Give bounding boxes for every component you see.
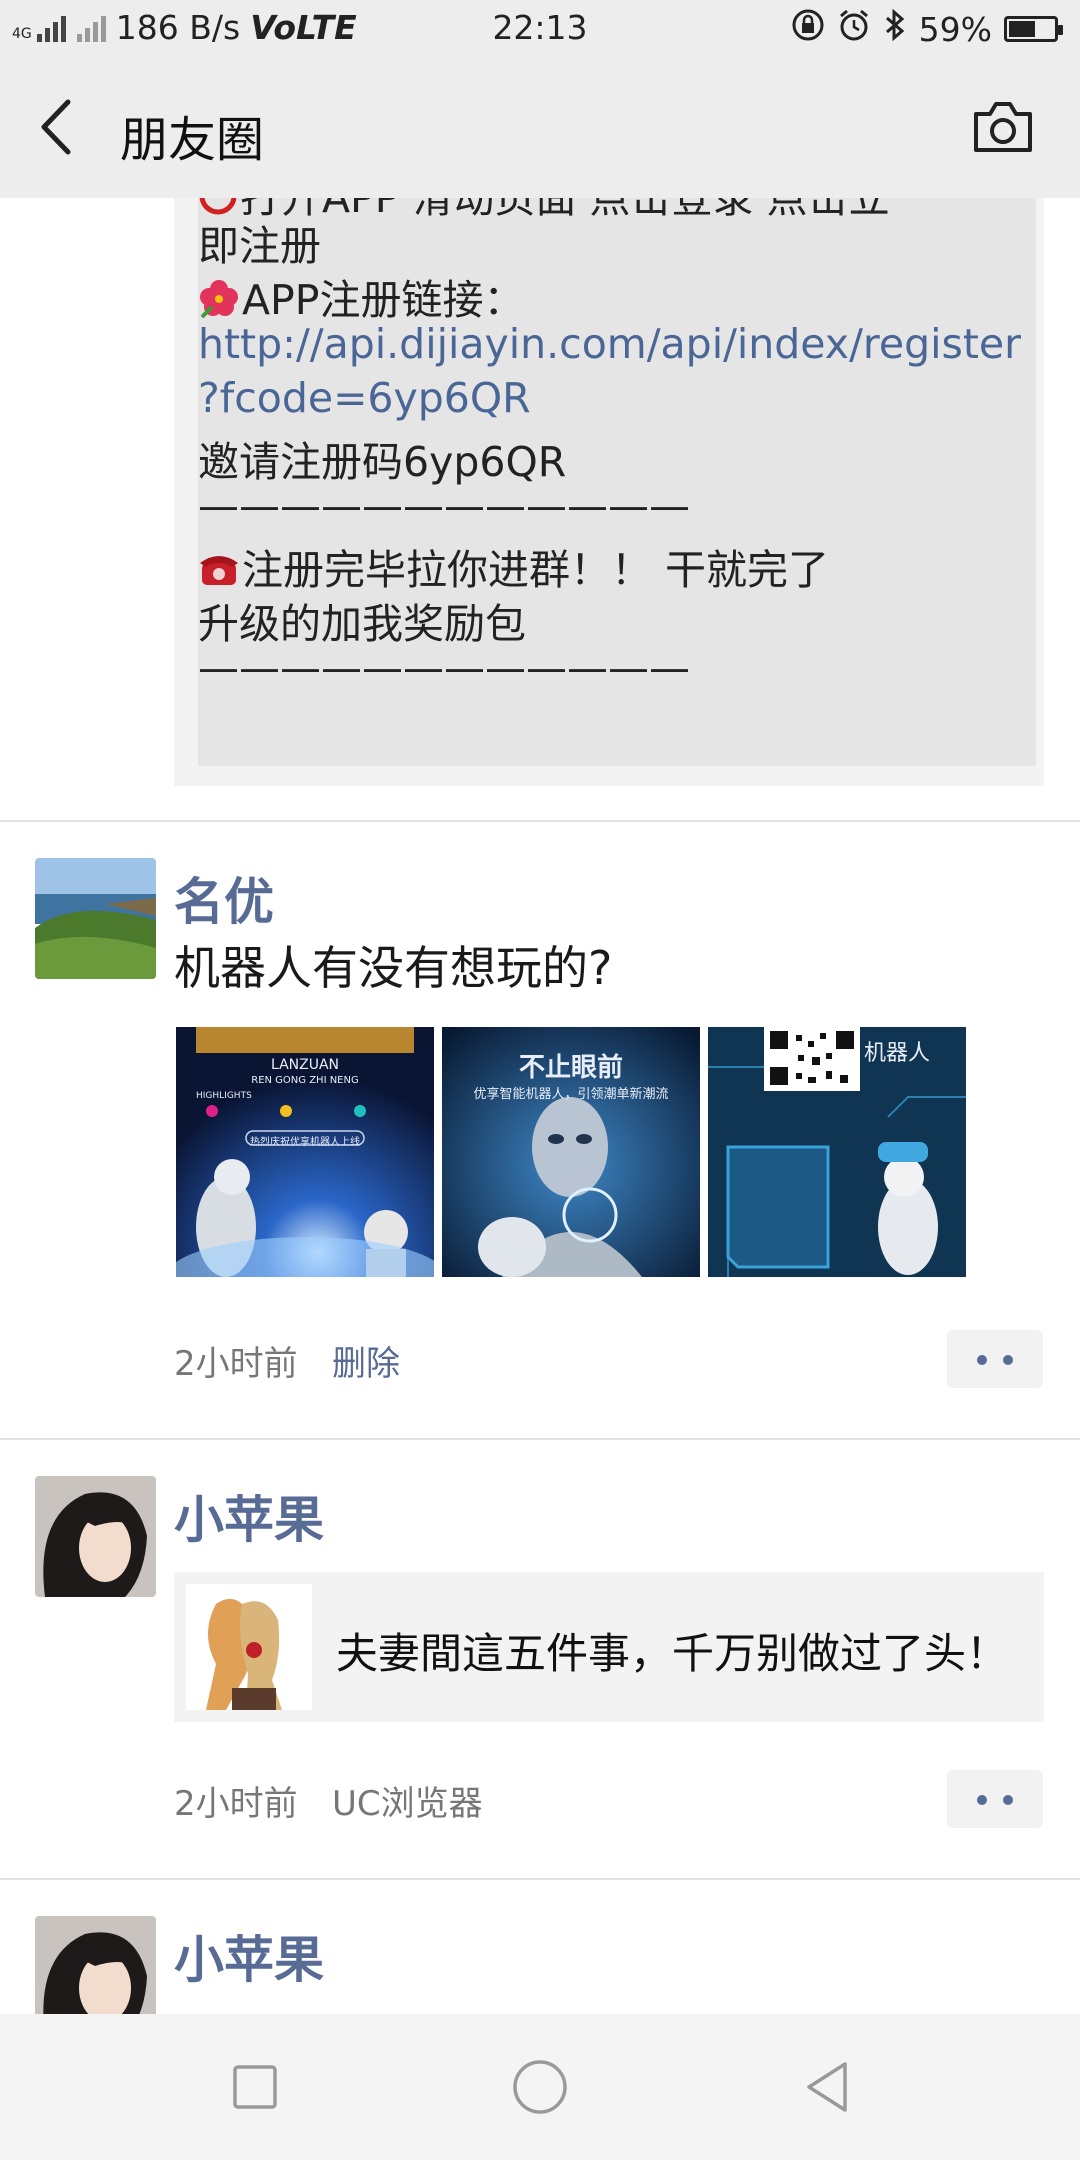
post-source[interactable]: UC浏览器 [332,1776,483,1825]
battery-percent: 59% [918,9,992,49]
more-button[interactable] [947,1770,1043,1828]
back-button[interactable] [30,92,90,162]
avatar[interactable] [35,1916,156,2014]
post-divider [0,820,1080,822]
post-time: 2小时前 [174,1344,298,1384]
post-line: 邀请注册码6yp6QR [198,438,567,486]
system-nav-bar [0,2014,1080,2160]
post-image[interactable]: LANZUAN REN GONG ZHI NENG HIGHLIGHTS 热烈庆… [176,1027,434,1277]
link-thumbnail [186,1584,312,1710]
status-bar: 4G 186 B/s VoLTE 22:13 59% [0,0,1080,56]
back-icon [807,2062,847,2112]
post-line: 即注册 [198,222,321,270]
page-title: 朋友圈 [120,112,265,168]
battery-icon [1004,16,1063,42]
home-button[interactable] [505,2052,575,2122]
avatar[interactable] [35,858,156,979]
bluetooth-icon [883,8,907,50]
recent-apps-button[interactable] [220,2052,290,2122]
post-divider [0,1438,1080,1440]
delete-link[interactable]: 删除 [332,1336,400,1385]
camera-button[interactable] [970,98,1036,156]
username[interactable]: 小苹果 [174,1920,324,1992]
username[interactable]: 名优 [174,862,274,934]
home-icon [513,2060,567,2114]
username[interactable]: 小苹果 [174,1480,324,1552]
separator-line: ———————————— [198,482,690,530]
shared-link-card[interactable]: 夫妻間這五件事，千万别做过了头！ [174,1572,1044,1722]
post-image[interactable]: 不止眼前 优享智能机器人，引领潮单新潮流 [442,1027,700,1277]
chevron-left-icon [41,99,71,155]
post-time: 2小时前 [174,1784,298,1824]
post-divider [0,1878,1080,1880]
more-button[interactable] [947,1330,1043,1388]
nav-back-button[interactable] [795,2052,865,2122]
post-text-block[interactable]: 打开APP 滑动页面 点击登录 点击立 即注册 APP注册链接： http://… [198,198,1036,766]
lock-rotation-icon [791,8,825,50]
moments-feed[interactable]: 打开APP 滑动页面 点击登录 点击立 即注册 APP注册链接： http://… [0,198,1080,2014]
post-text: 机器人有没有想玩的? [174,941,613,995]
separator-line: ———————————— [198,644,690,692]
register-link[interactable]: http://api.dijiayin.com/api/index/regist… [198,320,1021,368]
link-title: 夫妻間這五件事，千万别做过了头！ [336,1629,1009,1678]
camera-icon [974,102,1032,152]
register-link-query[interactable]: ?fcode=6yp6QR [198,374,531,422]
app-header: 朋友圈 [0,56,1080,198]
recent-apps-icon [233,2065,277,2109]
alarm-icon [837,8,871,50]
post-image[interactable]: 机器人 [708,1027,966,1277]
avatar[interactable] [35,1476,156,1597]
post-line: 升级的加我奖励包 [198,600,526,648]
